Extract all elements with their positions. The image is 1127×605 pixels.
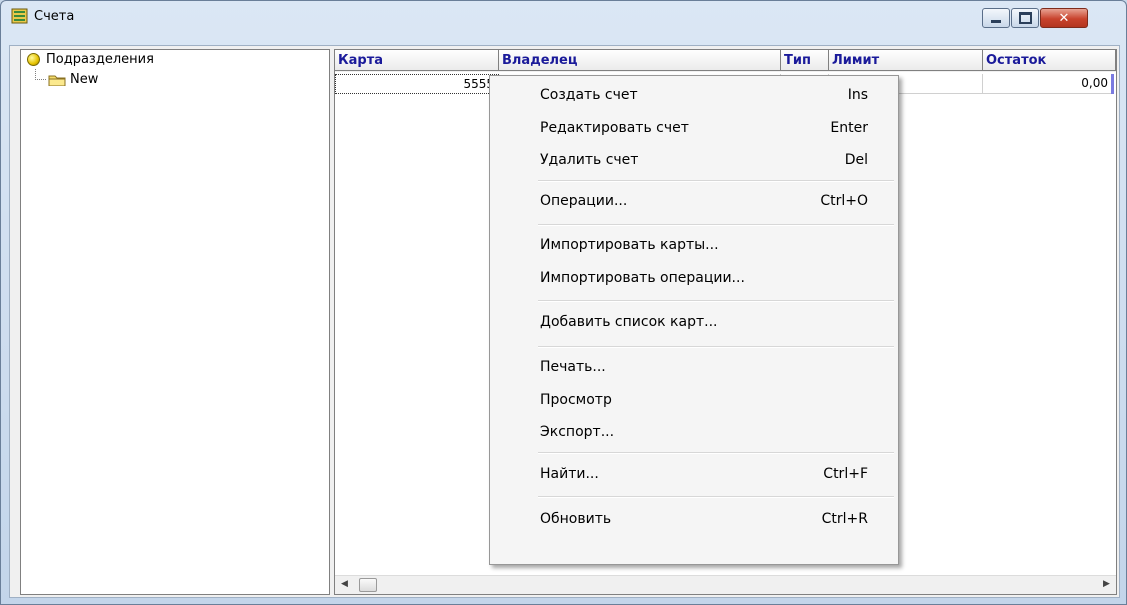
menu-item-shortcut: Ctrl+F	[823, 466, 868, 482]
menu-item-shortcut: Del	[844, 152, 868, 168]
yellow-bulb-icon	[27, 53, 40, 66]
menu-separator	[538, 180, 894, 182]
context-menu: Создать счет Ins Редактировать счет Ente…	[489, 75, 899, 565]
menu-item-edit-account[interactable]: Редактировать счет Enter	[492, 112, 896, 145]
departments-tree[interactable]: Подразделения New	[20, 49, 330, 595]
folder-icon	[48, 75, 66, 86]
horizontal-scrollbar[interactable]: ◀ ▶	[335, 575, 1116, 594]
column-header-limit[interactable]: Лимит	[829, 50, 983, 71]
menu-separator	[538, 346, 894, 348]
menu-item-shortcut: Ins	[847, 87, 868, 103]
menu-item-operations[interactable]: Операции... Ctrl+O	[492, 185, 896, 218]
window-title: Счета	[34, 9, 75, 24]
scroll-right-icon[interactable]: ▶	[1103, 579, 1110, 589]
tree-item-label: New	[70, 72, 99, 87]
grid-header: Карта Владелец Тип Лимит Остаток	[335, 50, 1116, 72]
menu-item-label: Просмотр	[540, 392, 612, 408]
menu-item-import-operations[interactable]: Импортировать операции...	[492, 262, 896, 295]
tree-item-new[interactable]: New	[35, 69, 99, 87]
menu-item-label: Найти...	[540, 466, 599, 482]
tree-connector	[35, 69, 46, 80]
menu-item-label: Создать счет	[540, 87, 638, 103]
menu-item-add-card-list[interactable]: Добавить список карт...	[492, 306, 896, 339]
menu-item-print[interactable]: Печать...	[492, 351, 896, 384]
menu-separator	[538, 452, 894, 454]
accounts-book-icon	[11, 8, 28, 24]
column-header-type[interactable]: Тип	[781, 50, 829, 71]
menu-item-label: Обновить	[540, 511, 612, 527]
maximize-button[interactable]	[1011, 8, 1039, 28]
tree-root-label: Подразделения	[46, 52, 154, 67]
maximize-icon	[1018, 12, 1032, 24]
menu-item-label: Экспорт...	[540, 424, 615, 440]
menu-separator	[538, 496, 894, 498]
title-bar[interactable]: Счета ✕	[1, 1, 1126, 41]
menu-item-shortcut: Ctrl+R	[821, 511, 868, 527]
cell-card[interactable]: 5555	[335, 74, 499, 94]
menu-separator	[538, 224, 894, 226]
menu-item-label: Удалить счет	[540, 152, 639, 168]
menu-item-preview[interactable]: Просмотр	[492, 384, 896, 417]
menu-item-refresh[interactable]: Обновить Ctrl+R	[492, 503, 896, 536]
menu-item-label: Печать...	[540, 359, 606, 375]
menu-item-import-cards[interactable]: Импортировать карты...	[492, 229, 896, 262]
minimize-icon	[991, 19, 1001, 23]
menu-item-label: Редактировать счет	[540, 120, 689, 136]
scroll-thumb[interactable]	[359, 578, 377, 592]
column-header-balance[interactable]: Остаток	[983, 50, 1116, 71]
menu-item-find[interactable]: Найти... Ctrl+F	[492, 458, 896, 491]
minimize-button[interactable]	[982, 8, 1010, 28]
menu-item-export[interactable]: Экспорт...	[492, 416, 896, 449]
row-indicator	[1111, 74, 1114, 94]
menu-item-label: Импортировать операции...	[540, 270, 745, 286]
column-header-owner[interactable]: Владелец	[499, 50, 781, 71]
menu-item-label: Операции...	[540, 193, 628, 209]
cell-balance[interactable]: 0,00	[983, 74, 1113, 94]
scroll-left-icon[interactable]: ◀	[341, 579, 348, 589]
menu-separator	[538, 300, 894, 302]
close-button[interactable]: ✕	[1040, 8, 1088, 28]
menu-item-label: Добавить список карт...	[540, 314, 718, 330]
menu-item-label: Импортировать карты...	[540, 237, 719, 253]
close-icon: ✕	[1058, 10, 1070, 26]
menu-item-shortcut: Enter	[830, 120, 868, 136]
menu-item-shortcut: Ctrl+O	[820, 193, 868, 209]
column-header-card[interactable]: Карта	[335, 50, 499, 71]
menu-item-create-account[interactable]: Создать счет Ins	[492, 79, 896, 112]
tree-root-item[interactable]: Подразделения	[27, 52, 154, 67]
menu-item-delete-account[interactable]: Удалить счет Del	[492, 144, 896, 177]
